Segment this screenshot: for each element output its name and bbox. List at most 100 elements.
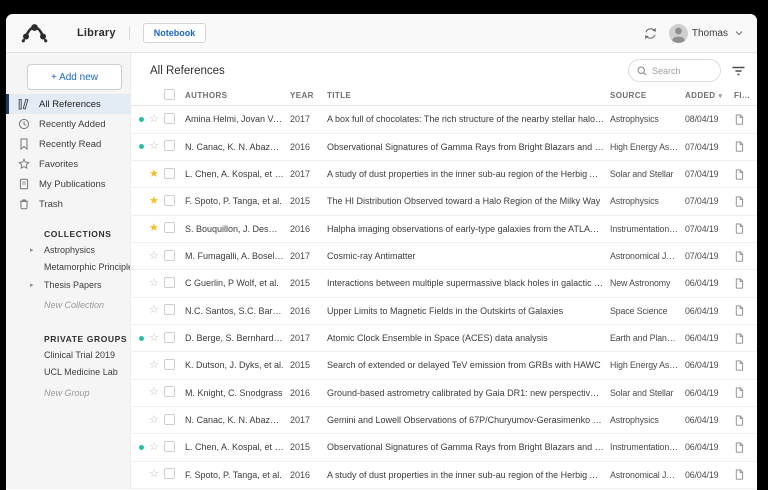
row-checkbox[interactable] xyxy=(164,222,175,233)
column-authors[interactable]: AUTHORS xyxy=(185,91,290,100)
star-toggle[interactable]: ★ xyxy=(149,223,164,234)
table-row[interactable]: ☆ Amina Helmi, Jovan Veljan 2017 A box f… xyxy=(131,106,757,133)
table-row[interactable]: ☆ C Guerlin, P Wolf, et al. 2015 Interac… xyxy=(131,270,757,297)
file-attachment-icon[interactable] xyxy=(734,223,757,234)
star-toggle[interactable]: ★ xyxy=(149,169,164,180)
star-toggle[interactable]: ☆ xyxy=(149,387,164,398)
star-toggle[interactable]: ☆ xyxy=(149,360,164,371)
expand-arrow-icon[interactable]: ▸ xyxy=(30,246,44,254)
row-source: Instrumentation an… xyxy=(610,442,685,452)
header-divider xyxy=(129,26,130,40)
star-toggle[interactable]: ☆ xyxy=(149,333,164,344)
file-attachment-icon[interactable] xyxy=(734,169,757,180)
row-title: Halpha imaging observations of early-typ… xyxy=(327,224,610,234)
row-checkbox[interactable] xyxy=(164,468,175,479)
search-box[interactable] xyxy=(628,59,721,82)
add-new-button[interactable]: + Add new xyxy=(27,64,122,90)
table-row[interactable]: ☆ F. Spoto, P. Tanga, et al. 2016 A stud… xyxy=(131,462,757,489)
column-file[interactable]: FILE xyxy=(734,91,757,100)
file-attachment-icon[interactable] xyxy=(734,278,757,289)
sidebar-item-recently-added[interactable]: Recently Added xyxy=(6,114,130,134)
file-attachment-icon[interactable] xyxy=(734,251,757,262)
select-all-checkbox[interactable] xyxy=(164,89,175,100)
filter-button[interactable] xyxy=(732,66,745,76)
collection-label: Metamorphic Principles xyxy=(44,262,130,272)
row-added: 07/04/19 xyxy=(685,224,734,234)
table-row[interactable]: ☆ M. Fumagalli, A. Boselli et al. 2017 C… xyxy=(131,243,757,270)
user-name: Thomas xyxy=(692,28,728,39)
star-toggle[interactable]: ☆ xyxy=(149,415,164,426)
row-checkbox[interactable] xyxy=(164,304,175,315)
group-item[interactable]: UCL Medicine Lab xyxy=(6,364,130,382)
collection-item[interactable]: ▸ Thesis Papers xyxy=(6,276,130,294)
row-checkbox[interactable] xyxy=(164,332,175,343)
row-authors: F. Spoto, P. Tanga, et al. xyxy=(185,470,290,480)
library-tab[interactable]: Library xyxy=(77,27,116,39)
row-checkbox[interactable] xyxy=(164,113,175,124)
file-attachment-icon[interactable] xyxy=(734,333,757,344)
groups-list: Clinical Trial 2019 UCL Medicine Lab xyxy=(6,346,130,381)
group-item[interactable]: Clinical Trial 2019 xyxy=(6,346,130,364)
file-attachment-icon[interactable] xyxy=(734,469,757,480)
star-toggle[interactable]: ☆ xyxy=(149,305,164,316)
row-source: High Energy Astro… xyxy=(610,142,685,152)
star-toggle[interactable]: ☆ xyxy=(149,251,164,262)
star-toggle[interactable]: ☆ xyxy=(149,278,164,289)
column-added[interactable]: ADDED▾ xyxy=(685,91,734,100)
row-checkbox[interactable] xyxy=(164,250,175,261)
table-row[interactable]: ☆ K. Dutson, J. Dyks, et al. 2015 Search… xyxy=(131,352,757,379)
file-attachment-icon[interactable] xyxy=(734,360,757,371)
file-attachment-icon[interactable] xyxy=(734,415,757,426)
column-title[interactable]: TITLE xyxy=(327,91,610,100)
file-attachment-icon[interactable] xyxy=(734,196,757,207)
row-checkbox[interactable] xyxy=(164,386,175,397)
row-authors: S. Bouquillon, J. Desmars, xyxy=(185,224,290,234)
column-source[interactable]: SOURCE xyxy=(610,91,685,100)
expand-arrow-icon[interactable]: ▸ xyxy=(30,281,44,289)
star-toggle[interactable]: ☆ xyxy=(149,141,164,152)
table-row[interactable]: ☆ N. Canac, K. N. Abazajian 2017 Gemini … xyxy=(131,407,757,434)
row-checkbox[interactable] xyxy=(164,414,175,425)
file-attachment-icon[interactable] xyxy=(734,141,757,152)
new-group-link[interactable]: New Group xyxy=(6,384,130,402)
sidebar-item-trash[interactable]: Trash xyxy=(6,194,130,214)
sync-button[interactable] xyxy=(643,26,658,41)
search-input[interactable] xyxy=(652,66,712,76)
row-checkbox[interactable] xyxy=(164,168,175,179)
file-attachment-icon[interactable] xyxy=(734,305,757,316)
row-checkbox[interactable] xyxy=(164,277,175,288)
star-toggle[interactable]: ☆ xyxy=(149,469,164,480)
new-collection-link[interactable]: New Collection xyxy=(6,297,130,315)
sidebar-nav: All References Recently Added Recently R… xyxy=(6,94,130,214)
row-checkbox[interactable] xyxy=(164,140,175,151)
table-row[interactable]: ☆ D. Berge, S. Bernhard, et al. 2017 Ato… xyxy=(131,325,757,352)
notebook-button[interactable]: Notebook xyxy=(143,23,207,43)
star-toggle[interactable]: ☆ xyxy=(149,442,164,453)
file-attachment-icon[interactable] xyxy=(734,387,757,398)
row-checkbox[interactable] xyxy=(164,195,175,206)
collection-item[interactable]: ▸ Metamorphic Principles xyxy=(6,259,130,277)
collection-item[interactable]: ▸ Astrophysics xyxy=(6,241,130,259)
sidebar-item-favorites[interactable]: Favorites xyxy=(6,154,130,174)
sidebar-item-all-references[interactable]: All References xyxy=(6,94,130,114)
table-row[interactable]: ☆ N.C. Santos, S.C. Barros, 2016 Upper L… xyxy=(131,298,757,325)
row-year: 2015 xyxy=(290,196,327,206)
row-checkbox[interactable] xyxy=(164,441,175,452)
sidebar-item-my-publications[interactable]: My Publications xyxy=(6,174,130,194)
row-checkbox[interactable] xyxy=(164,359,175,370)
table-row[interactable]: ☆ N. Canac, K. N. Abazajian 2016 Observa… xyxy=(131,134,757,161)
table-row[interactable]: ☆ M. Knight, C. Snodgrass 2016 Ground-ba… xyxy=(131,380,757,407)
row-year: 2016 xyxy=(290,306,327,316)
table-row[interactable]: ★ F. Spoto, P. Tanga, et al. 2015 The HI… xyxy=(131,188,757,215)
star-toggle[interactable]: ★ xyxy=(149,196,164,207)
column-year[interactable]: YEAR xyxy=(290,91,327,100)
file-attachment-icon[interactable] xyxy=(734,442,757,453)
table-row[interactable]: ★ S. Bouquillon, J. Desmars, 2016 Halpha… xyxy=(131,216,757,243)
star-toggle[interactable]: ☆ xyxy=(149,114,164,125)
file-attachment-icon[interactable] xyxy=(734,114,757,125)
table-row[interactable]: ☆ L. Chen, A. Kospal, et al. 2015 Observ… xyxy=(131,434,757,461)
sidebar-item-recently-read[interactable]: Recently Read xyxy=(6,134,130,154)
table-row[interactable]: ★ L. Chen, A. Kospal, et al. 2017 A stud… xyxy=(131,161,757,188)
user-menu[interactable]: Thomas xyxy=(669,24,743,43)
sidebar-item-label: Favorites xyxy=(39,159,78,170)
